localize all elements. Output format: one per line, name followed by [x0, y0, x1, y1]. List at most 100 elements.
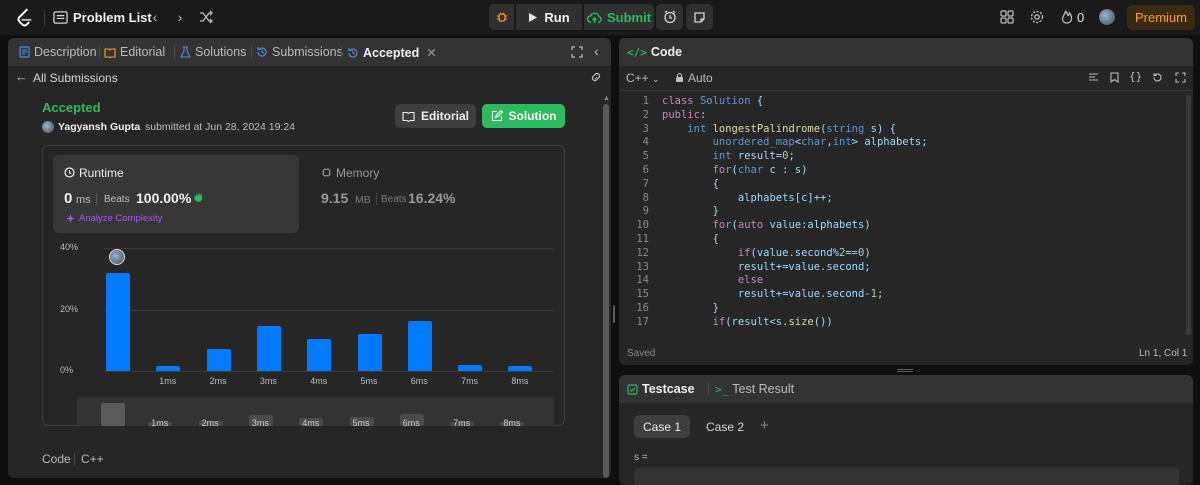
code-line[interactable]: for(char c : s) — [662, 164, 808, 178]
input-field[interactable] — [634, 467, 1179, 485]
code-line[interactable]: class Solution { — [662, 95, 763, 109]
tab-submissions[interactable]: Submissions — [256, 45, 343, 59]
tab-editorial[interactable]: Editorial — [104, 45, 165, 59]
code-line[interactable]: alphabets[c]++; — [662, 192, 833, 206]
collapse-chevron-icon[interactable]: ‹ — [594, 43, 599, 59]
play-icon — [529, 12, 538, 22]
language-select[interactable]: C++ ⌄ — [626, 71, 660, 85]
list-icon[interactable] — [53, 10, 68, 25]
solution-button[interactable]: Solution — [482, 104, 565, 128]
line-number: 4 — [642, 136, 649, 149]
chevron-left-icon[interactable]: ‹ — [147, 9, 163, 25]
checkbox-icon — [627, 383, 638, 395]
tab-test-result[interactable]: >_ Test Result — [715, 382, 794, 396]
bookmark-icon[interactable] — [1110, 72, 1119, 83]
line-number: 3 — [642, 122, 649, 135]
scrollbar-track[interactable]: ▲ — [601, 90, 611, 478]
chart-bar[interactable] — [458, 364, 483, 371]
chart-bar[interactable] — [407, 321, 432, 371]
avatar[interactable] — [1099, 9, 1115, 25]
arrow-left-icon[interactable]: ← — [15, 69, 28, 84]
runtime-value: 0 — [64, 190, 73, 207]
autocomplete-mode[interactable]: Auto — [688, 71, 713, 85]
chart-bar[interactable] — [206, 349, 231, 371]
tab-solutions[interactable]: Solutions — [180, 45, 246, 59]
run-button[interactable]: Run — [516, 4, 582, 30]
maximize-icon[interactable] — [1175, 72, 1186, 83]
timer-button[interactable] — [656, 4, 683, 30]
code-line[interactable]: result+=value.second-1; — [662, 288, 883, 302]
gear-icon[interactable] — [1029, 9, 1045, 25]
editorial-button[interactable]: Editorial — [395, 104, 476, 128]
editor-scrollbar[interactable] — [1185, 95, 1192, 335]
analyze-complexity-link[interactable]: Analyze Complexity — [79, 213, 162, 224]
user-avatar[interactable] — [42, 121, 54, 133]
code-line[interactable]: } — [662, 205, 719, 219]
tab-code[interactable]: </> Code — [627, 45, 682, 59]
layout-icon[interactable] — [999, 9, 1015, 25]
code-line[interactable]: { — [662, 233, 719, 247]
code-line[interactable]: else — [662, 274, 763, 288]
add-case-button[interactable]: + — [760, 417, 769, 434]
y-tick-label: 40% — [60, 242, 79, 252]
code-line[interactable]: } — [662, 302, 719, 316]
divider — [44, 10, 45, 26]
navigator-selection[interactable] — [101, 403, 125, 426]
submitted-time: submitted at Jun 28, 2024 19:24 — [145, 121, 296, 133]
chart-bar[interactable] — [508, 366, 533, 371]
tab-testcase[interactable]: Testcase — [627, 382, 695, 396]
code-line[interactable]: result+=value.second; — [662, 261, 871, 275]
chart-bar[interactable] — [357, 334, 382, 371]
line-number: 12 — [636, 246, 649, 259]
fire-icon[interactable] — [1059, 9, 1075, 25]
chart-bar[interactable] — [256, 326, 281, 371]
username[interactable]: Yagyansh Gupta — [58, 121, 140, 133]
chevron-down-icon: ⌄ — [652, 74, 660, 84]
code-line[interactable]: public: — [662, 109, 706, 123]
vertical-resize-handle[interactable] — [613, 305, 615, 323]
tab-accepted[interactable]: Accepted ✕ — [347, 45, 437, 60]
edit-icon — [491, 110, 503, 122]
all-submissions-link[interactable]: All Submissions — [33, 71, 118, 85]
expand-icon[interactable] — [571, 46, 583, 58]
case-1-button[interactable]: Case 1 — [634, 415, 690, 438]
memory-box[interactable]: Memory 9.15 MB Beats 16.24% — [310, 155, 556, 233]
chart-bar[interactable] — [307, 338, 332, 371]
code-line[interactable]: { — [662, 178, 719, 192]
code-line[interactable]: int result=0; — [662, 150, 795, 164]
premium-button[interactable]: Premium — [1127, 5, 1195, 30]
run-submit-group: Run Submit — [489, 4, 654, 30]
code-editor[interactable]: 1 class Solution {2 public: 3 int longestPa… — [619, 95, 1185, 335]
status-accepted: Accepted — [42, 100, 101, 115]
case-2-button[interactable]: Case 2 — [697, 415, 753, 438]
code-line[interactable]: if(result<s.size()) — [662, 316, 833, 330]
scrollbar-thumb[interactable] — [603, 104, 609, 478]
code-line[interactable]: if(value.second%2==0) — [662, 247, 871, 261]
line-number: 13 — [636, 260, 649, 273]
line-number: 11 — [636, 233, 649, 245]
shuffle-icon[interactable] — [198, 9, 214, 25]
notes-button[interactable] — [686, 4, 713, 30]
document-icon — [19, 46, 30, 58]
your-submission-avatar — [109, 248, 125, 265]
chevron-right-icon[interactable]: › — [172, 9, 188, 25]
x-tick-label: 7ms — [461, 376, 479, 386]
debug-button[interactable] — [489, 4, 514, 30]
format-icon[interactable] — [1088, 72, 1099, 83]
close-tab-icon[interactable]: ✕ — [426, 45, 436, 60]
leetcode-logo-icon[interactable] — [14, 7, 36, 29]
horizontal-resize-handle[interactable] — [897, 369, 913, 372]
chart-bar[interactable] — [156, 366, 181, 371]
code-line[interactable]: unordered_map<char,int> alphabets; — [662, 136, 928, 150]
code-line[interactable]: for(auto value:alphabets) — [662, 219, 871, 233]
chart-bar[interactable] — [106, 272, 130, 371]
link-icon[interactable] — [589, 71, 603, 83]
runtime-box[interactable]: Runtime 0 ms Beats 100.00% Analyze Compl… — [53, 155, 299, 233]
tab-description[interactable]: Description — [19, 45, 97, 59]
submit-button[interactable]: Submit — [584, 4, 654, 30]
problem-list-link[interactable]: Problem List — [73, 10, 152, 25]
code-line[interactable]: int longestPalindrome(string s) { — [662, 123, 896, 137]
reset-icon[interactable] — [1152, 72, 1163, 83]
braces-icon[interactable]: {} — [1129, 70, 1142, 83]
flask-icon — [180, 46, 191, 58]
